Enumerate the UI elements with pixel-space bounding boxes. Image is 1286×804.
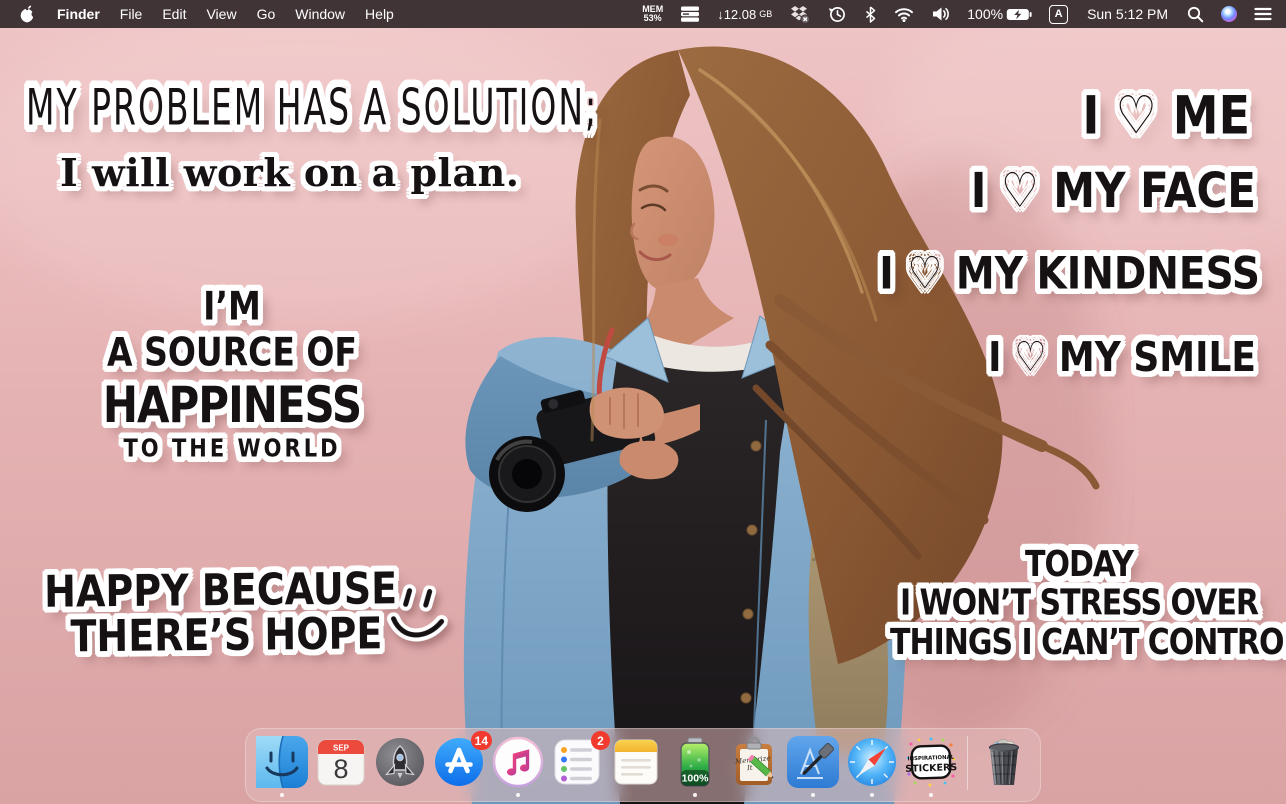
stickers-icon-text-2: STICKERS	[905, 762, 957, 775]
dock-inspirational-stickers[interactable]: INSPIRATIONAL STICKERS	[905, 736, 957, 788]
siri-icon[interactable]	[1221, 6, 1237, 22]
dropbox-paused-icon	[789, 5, 811, 24]
sticker-line: I’M	[78, 284, 386, 330]
sticker-i-love-me: I ♡ ME	[1082, 84, 1250, 146]
notification-badge: 2	[591, 731, 610, 750]
bluetooth-status[interactable]	[864, 6, 877, 23]
dock-safari[interactable]	[846, 736, 898, 788]
apple-menu[interactable]	[6, 5, 47, 23]
desktop: MY PROBLEM HAS A SOLUTION; I will work o…	[0, 0, 1286, 804]
dock-xcode[interactable]	[787, 736, 839, 788]
battery-percent: 100%	[967, 6, 1003, 22]
menu-bar-status-area: MEM 53% ↓12.08GB	[642, 5, 1280, 24]
sticker-line: TODAY	[890, 546, 1268, 585]
smiley-face-doodle	[382, 580, 453, 654]
safari-icon	[846, 736, 898, 788]
sticker-line: A SOURCE OF	[78, 330, 386, 376]
dock-launchpad[interactable]	[374, 736, 426, 788]
menu-bar-left: Finder File Edit View Go Window Help	[6, 0, 404, 28]
calendar-day: 8	[333, 754, 348, 784]
notification-badge: 14	[471, 731, 492, 750]
spotlight-search[interactable]	[1187, 6, 1204, 23]
menu-bar-clock[interactable]: Sun 5:12 PM	[1085, 6, 1170, 22]
menu-edit[interactable]: Edit	[152, 0, 196, 28]
notification-center[interactable]	[1254, 7, 1272, 21]
time-machine-status[interactable]	[828, 5, 847, 24]
disk-stack-status[interactable]	[680, 5, 700, 23]
menu-view[interactable]: View	[196, 0, 246, 28]
dock-finder[interactable]	[256, 736, 308, 788]
calendar-month: SEP	[333, 744, 350, 753]
speaker-icon	[931, 6, 950, 22]
dock-trash[interactable]	[978, 736, 1030, 788]
battery-status[interactable]: 100%	[967, 6, 1032, 22]
menu-window[interactable]: Window	[285, 0, 355, 28]
trash-full-icon	[978, 736, 1030, 788]
sticker-line: I WON’T STRESS OVER	[890, 585, 1268, 624]
sticker-i-love-my-smile: I ♡ MY SMILE	[988, 334, 1256, 381]
notes-icon	[610, 736, 662, 788]
wifi-status[interactable]	[894, 6, 914, 22]
sticker-line: HAPPINESS	[78, 376, 386, 434]
menu-help[interactable]: Help	[355, 0, 404, 28]
inspirational-stickers-icon: INSPIRATIONAL STICKERS	[905, 736, 957, 788]
sticker-i-love-my-face: I ♡ MY FACE	[971, 162, 1256, 218]
download-value: ↓12.08	[717, 7, 756, 22]
memory-status[interactable]: MEM 53%	[642, 5, 663, 23]
finder-icon	[256, 736, 308, 788]
dock-battery-app[interactable]: 100%	[669, 736, 721, 788]
wifi-icon	[894, 6, 914, 22]
dock-notes[interactable]	[610, 736, 662, 788]
itunes-icon	[492, 736, 544, 788]
time-machine-icon	[828, 5, 847, 24]
dropbox-status[interactable]	[789, 5, 811, 24]
sticker-line: THINGS I CAN’T CONTROL	[890, 624, 1268, 663]
dock-memorize-it[interactable]: Memorize It	[728, 736, 780, 788]
running-indicator	[811, 793, 815, 797]
input-source-label: A	[1055, 8, 1063, 20]
drive-stack-icon	[680, 5, 700, 23]
sticker-i-love-my-kindness: I ♡ MY KINDNESS	[879, 248, 1260, 300]
dock-reminders[interactable]: 2	[551, 736, 603, 788]
input-source-menu[interactable]: A	[1049, 5, 1068, 24]
sticker-line: THERE’S HOPE	[44, 611, 397, 659]
download-unit: GB	[759, 9, 772, 19]
menu-go[interactable]: Go	[247, 0, 286, 28]
running-indicator	[516, 793, 520, 797]
sticker-work-on-plan: I will work on a plan.	[60, 150, 519, 195]
sticker-source-of-happiness: I’M A SOURCE OF HAPPINESS TO THE WORLD	[78, 284, 386, 464]
search-icon	[1187, 6, 1204, 23]
battery-app-icon: 100%	[669, 736, 721, 788]
dock: SEP 8 14	[245, 728, 1041, 802]
running-indicator	[870, 793, 874, 797]
dock-app-store[interactable]: 14	[433, 736, 485, 788]
dock-itunes[interactable]	[492, 736, 544, 788]
menu-bar: Finder File Edit View Go Window Help MEM…	[0, 0, 1286, 28]
memorize-text-2: It	[746, 764, 754, 773]
volume-status[interactable]	[931, 6, 950, 22]
running-indicator	[693, 793, 697, 797]
menu-finder[interactable]: Finder	[47, 0, 110, 28]
list-icon	[1254, 7, 1272, 21]
sticker-problem-solution: MY PROBLEM HAS A SOLUTION;	[26, 78, 598, 137]
network-download-status[interactable]: ↓12.08GB	[717, 7, 772, 22]
battery-app-label: 100%	[682, 773, 710, 785]
sticker-happy-because-hope: HAPPY BECAUSE THERE’S HOPE	[44, 566, 398, 659]
menu-file[interactable]: File	[110, 0, 153, 28]
dock-calendar[interactable]: SEP 8	[315, 736, 367, 788]
sticker-line: HAPPY BECAUSE	[44, 566, 397, 614]
bluetooth-icon	[864, 6, 877, 23]
sticker-line: TO THE WORLD	[78, 434, 386, 463]
dock-separator	[967, 736, 968, 790]
xcode-icon	[787, 736, 839, 788]
running-indicator	[280, 793, 284, 797]
apple-logo-icon	[20, 5, 35, 23]
battery-charging-icon	[1006, 8, 1032, 21]
memorize-it-clipboard-icon: Memorize It	[728, 736, 780, 788]
sticker-today-wont-stress: TODAY I WON’T STRESS OVER THINGS I CAN’T…	[890, 546, 1268, 663]
launchpad-rocket-icon	[374, 736, 426, 788]
calendar-icon: SEP 8	[315, 736, 367, 788]
running-indicator	[929, 793, 933, 797]
memory-value: 53%	[642, 14, 663, 23]
